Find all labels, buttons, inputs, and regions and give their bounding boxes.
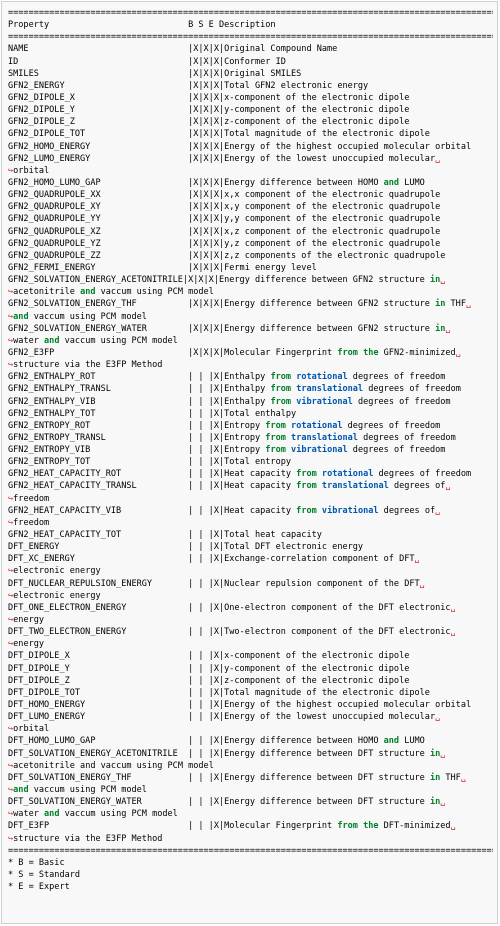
code-line: ↪and vaccum using PCM model: [8, 311, 147, 322]
code-line: GFN2_SOLVATION_ENERGY_THF |X|X|X|Energy …: [8, 299, 472, 310]
code-line: GFN2_ENTHALPY_TOT | | |X|Total enthalpy: [8, 408, 297, 419]
code-line: DFT_ENERGY | | |X|Total DFT electronic e…: [8, 542, 364, 553]
code-line: DFT_HOMO_ENERGY | | |X|Energy of the hig…: [8, 700, 472, 711]
code-line: ↪orbital: [8, 165, 50, 176]
code-line: DFT_SOLVATION_ENERGY_ACETONITRILE | | |X…: [8, 748, 446, 759]
code-line: GFN2_DIPOLE_TOT |X|X|X|Total magnitude o…: [8, 129, 430, 140]
code-line: GFN2_DIPOLE_X |X|X|X|x-component of the …: [8, 92, 410, 103]
code-line: DFT_SOLVATION_ENERGY_WATER | | |X|Energy…: [8, 797, 446, 808]
code-line: ID |X|X|X|Conformer ID: [8, 56, 286, 67]
code-line: DFT_ONE_ELECTRON_ENERGY | | |X|One-elect…: [8, 602, 456, 613]
code-line: GFN2_QUADRUPOLE_XY |X|X|X|x,y component …: [8, 202, 441, 213]
code-line: ↪structure via the E3FP Method: [8, 360, 163, 371]
code-line: GFN2_ENTHALPY_VIB | | |X|Enthalpy from v…: [8, 396, 451, 407]
code-line: DFT_E3FP | | |X|Molecular Fingerprint fr…: [8, 821, 456, 832]
code-line: GFN2_HEAT_CAPACITY_TOT | | |X|Total heat…: [8, 530, 322, 541]
code-line: NAME |X|X|X|Original Compound Name: [8, 44, 338, 55]
code-line: GFN2_ENERGY |X|X|X|Total GFN2 electronic…: [8, 80, 369, 91]
code-line: ↪energy: [8, 615, 45, 626]
code-line: ↪electronic energy: [8, 566, 101, 577]
code-line: ↪electronic energy: [8, 590, 101, 601]
code-line: GFN2_FERMI_ENERGY |X|X|X|Fermi energy le…: [8, 262, 317, 273]
code-line: Property B S E Description: [8, 20, 276, 31]
code-line: GFN2_QUADRUPOLE_YY |X|X|X|y,y component …: [8, 214, 441, 225]
code-line: GFN2_HOMO_ENERGY |X|X|X|Energy of the hi…: [8, 141, 472, 152]
code-line: ↪water and vaccum using PCM model: [8, 335, 178, 346]
code-line: GFN2_ENTROPY_VIB | | |X|Entropy from vib…: [8, 445, 446, 456]
code-line: GFN2_ENTROPY_TOT | | |X|Total entropy: [8, 457, 292, 468]
code-line: GFN2_SOLVATION_ENERGY_ACETONITRILE|X|X|X…: [8, 275, 446, 286]
code-line: DFT_LUMO_ENERGY | | |X|Energy of the low…: [8, 712, 441, 723]
code-line: DFT_DIPOLE_TOT | | |X|Total magnitude of…: [8, 687, 430, 698]
code-line: GFN2_HOMO_LUMO_GAP |X|X|X|Energy differe…: [8, 177, 425, 188]
code-line: ↪acetonitrile and vaccum using PCM model: [8, 287, 214, 298]
code-line: GFN2_QUADRUPOLE_YZ |X|X|X|y,z component …: [8, 238, 441, 249]
code-line: GFN2_E3FP |X|X|X|Molecular Fingerprint f…: [8, 347, 461, 358]
code-line: GFN2_QUADRUPOLE_XX |X|X|X|x,x component …: [8, 190, 441, 201]
code-line: ↪freedom: [8, 517, 50, 528]
code-line: ↪freedom: [8, 493, 50, 504]
code-line: ↪orbital: [8, 724, 50, 735]
code-line: ↪energy: [8, 639, 45, 650]
code-line: GFN2_DIPOLE_Y |X|X|X|y-component of the …: [8, 105, 410, 116]
property-table-text: ========================================…: [8, 7, 493, 893]
code-line: ↪acetonitrile and vaccum using PCM model: [8, 760, 214, 771]
code-line: GFN2_ENTHALPY_TRANSL | | |X|Enthalpy fro…: [8, 384, 461, 395]
code-line: GFN2_HEAT_CAPACITY_VIB | | |X|Heat capac…: [8, 505, 441, 516]
code-line: GFN2_QUADRUPOLE_XZ |X|X|X|x,z component …: [8, 226, 441, 237]
code-line: ↪structure via the E3FP Method: [8, 833, 163, 844]
code-line: GFN2_ENTHALPY_ROT | | |X|Enthalpy from r…: [8, 372, 446, 383]
code-line: DFT_DIPOLE_X | | |X|x-component of the e…: [8, 651, 410, 662]
code-line: DFT_DIPOLE_Z | | |X|z-component of the e…: [8, 675, 410, 686]
code-line: ========================================…: [8, 8, 493, 18]
code-line: ========================================…: [8, 32, 493, 43]
code-line: GFN2_HEAT_CAPACITY_TRANSL | | |X|Heat ca…: [8, 481, 451, 492]
code-line: * S = Standard: [8, 869, 81, 880]
code-line: GFN2_SOLVATION_ENERGY_WATER |X|X|X|Energ…: [8, 323, 451, 334]
code-line: ========================================…: [8, 845, 493, 856]
code-line: DFT_HOMO_LUMO_GAP | | |X|Energy differen…: [8, 736, 425, 747]
code-line: GFN2_HEAT_CAPACITY_ROT | | |X|Heat capac…: [8, 469, 472, 480]
code-line: DFT_SOLVATION_ENERGY_THF | | |X|Energy d…: [8, 772, 466, 783]
code-block: ========================================…: [1, 1, 498, 924]
code-line: DFT_XC_ENERGY | | |X|Exchange-correlatio…: [8, 554, 420, 565]
code-line: DFT_NUCLEAR_REPULSION_ENERGY | | |X|Nucl…: [8, 578, 425, 589]
code-line: DFT_TWO_ELECTRON_ENERGY | | |X|Two-elect…: [8, 627, 456, 638]
code-line: GFN2_DIPOLE_Z |X|X|X|z-component of the …: [8, 117, 410, 128]
code-line: GFN2_ENTROPY_TRANSL | | |X|Entropy from …: [8, 432, 456, 443]
code-line: SMILES |X|X|X|Original SMILES: [8, 68, 302, 79]
code-line: ↪water and vaccum using PCM model: [8, 809, 178, 820]
code-line: GFN2_LUMO_ENERGY |X|X|X|Energy of the lo…: [8, 153, 441, 164]
code-line: DFT_DIPOLE_Y | | |X|y-component of the e…: [8, 663, 410, 674]
code-line: ↪and vaccum using PCM model: [8, 785, 147, 795]
code-line: GFN2_QUADRUPOLE_ZZ |X|X|X|z,z components…: [8, 250, 446, 261]
code-line: GFN2_ENTROPY_ROT | | |X|Entropy from rot…: [8, 420, 441, 431]
code-line: * E = Expert: [8, 882, 70, 893]
code-line: * B = Basic: [8, 857, 65, 868]
